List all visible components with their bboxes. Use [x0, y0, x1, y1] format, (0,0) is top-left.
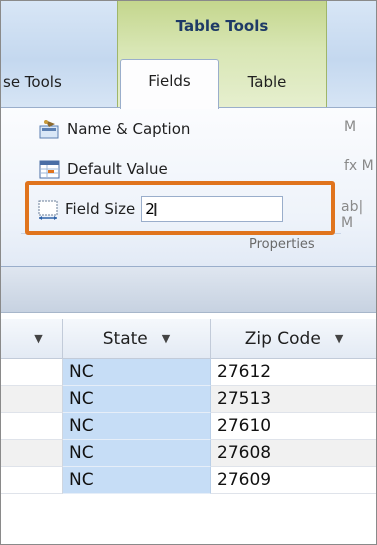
tab-table[interactable]: Table — [227, 63, 307, 101]
default-value-label: Default Value — [67, 160, 168, 178]
properties-group-label: Properties — [249, 237, 315, 252]
callout-highlight — [25, 181, 335, 235]
table-cell-state[interactable]: NC — [63, 386, 211, 413]
name-caption-label: Name & Caption — [67, 120, 191, 138]
tab-fields[interactable]: Fields — [120, 59, 219, 109]
table-cell[interactable] — [1, 440, 63, 467]
column-header-zip-label: Zip Code — [244, 328, 321, 349]
table-row[interactable]: NC 27609 — [1, 467, 376, 494]
table-row[interactable]: NC 27608 — [1, 440, 376, 467]
table-row[interactable]: NC 27610 — [1, 413, 376, 440]
table-cell-state[interactable]: NC — [63, 467, 211, 494]
table-cell-zip[interactable]: 27609 — [211, 467, 376, 494]
default-value-button[interactable]: Default Value — [39, 155, 168, 183]
dropdown-arrow-icon[interactable]: ▼ — [34, 332, 42, 345]
name-caption-icon — [39, 118, 61, 140]
table-cell-zip[interactable]: 27513 — [211, 386, 376, 413]
partial-command-2[interactable]: fx M — [344, 158, 374, 174]
partial-command-1[interactable]: M — [344, 119, 356, 135]
access-window: Table Tools se Tools Fields Table Name &… — [0, 0, 377, 545]
column-header-state-label: State — [102, 328, 148, 349]
table-cell-state[interactable]: NC — [63, 413, 211, 440]
partial-command-3[interactable]: ab| M — [341, 199, 376, 231]
table-row[interactable]: NC 27513 — [1, 386, 376, 413]
table-cell-zip[interactable]: 27612 — [211, 359, 376, 386]
tab-database-tools[interactable]: se Tools — [1, 63, 101, 101]
name-caption-button[interactable]: Name & Caption — [39, 115, 190, 143]
dropdown-arrow-icon[interactable]: ▼ — [162, 332, 170, 345]
dropdown-arrow-icon[interactable]: ▼ — [335, 332, 343, 345]
column-header-state[interactable]: State ▼ — [63, 319, 211, 359]
table-cell-zip[interactable]: 27608 — [211, 440, 376, 467]
table-cell[interactable] — [1, 413, 63, 440]
context-group-title: Table Tools — [175, 17, 269, 35]
table-cell-state[interactable]: NC — [63, 440, 211, 467]
table-cell[interactable] — [1, 359, 63, 386]
table-cell[interactable] — [1, 386, 63, 413]
default-value-icon — [39, 158, 61, 180]
table-tab-bar — [1, 267, 376, 313]
table-row[interactable]: NC 27612 — [1, 359, 376, 386]
table-cell-state[interactable]: NC — [63, 359, 211, 386]
column-header-zip[interactable]: Zip Code ▼ — [211, 319, 376, 359]
column-header-prev[interactable]: ▼ — [1, 319, 63, 359]
table-cell-zip[interactable]: 27610 — [211, 413, 376, 440]
table-cell[interactable] — [1, 467, 63, 494]
